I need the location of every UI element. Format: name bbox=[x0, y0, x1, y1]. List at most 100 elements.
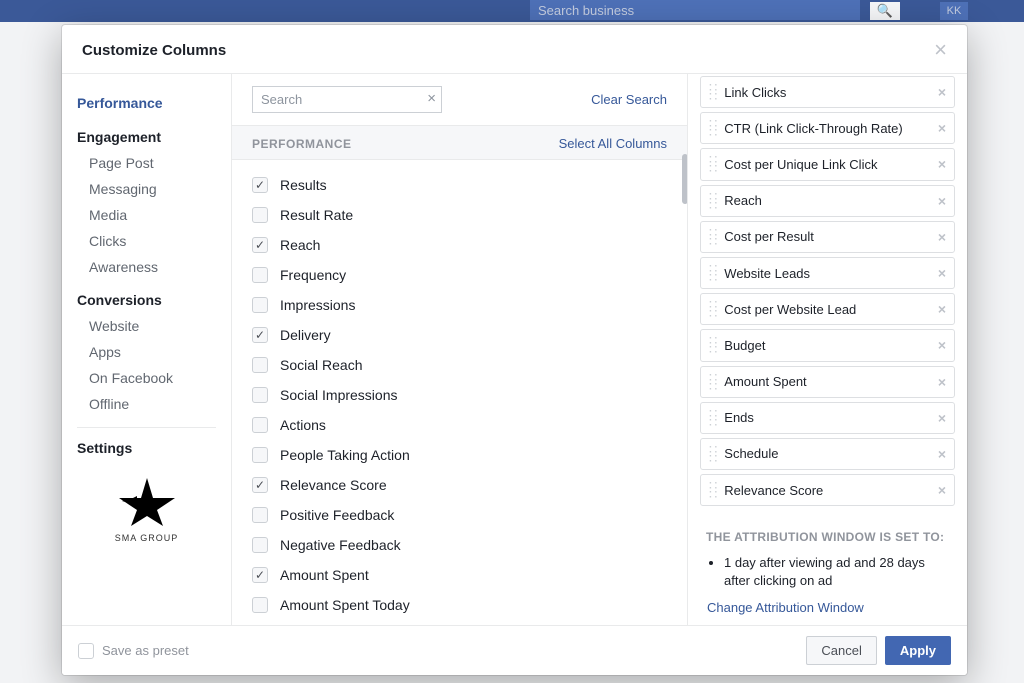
checkbox[interactable] bbox=[252, 507, 268, 523]
checkbox[interactable] bbox=[252, 447, 268, 463]
remove-icon[interactable]: × bbox=[938, 120, 946, 136]
checkbox[interactable] bbox=[252, 177, 268, 193]
sidebar-subitem[interactable]: Offline bbox=[77, 391, 231, 417]
remove-icon[interactable]: × bbox=[938, 410, 946, 426]
drag-handle-icon[interactable]: ∷∷ bbox=[709, 228, 716, 246]
checkbox[interactable] bbox=[252, 477, 268, 493]
modal-footer: Save as preset Cancel Apply bbox=[62, 625, 967, 675]
search-icon[interactable]: 🔍 bbox=[870, 2, 900, 20]
remove-icon[interactable]: × bbox=[938, 446, 946, 462]
selected-column[interactable]: ∷∷ Cost per Result × bbox=[700, 221, 955, 253]
checkbox-row[interactable]: People Taking Action bbox=[252, 440, 667, 470]
drag-handle-icon[interactable]: ∷∷ bbox=[709, 336, 716, 354]
checkbox[interactable] bbox=[252, 267, 268, 283]
checkbox-row[interactable]: Results bbox=[252, 170, 667, 200]
remove-icon[interactable]: × bbox=[938, 265, 946, 281]
remove-icon[interactable]: × bbox=[938, 337, 946, 353]
modal-body: Performance Engagement Page PostMessagin… bbox=[62, 74, 967, 625]
checkbox-row[interactable]: Negative Feedback bbox=[252, 530, 667, 560]
checkbox-row[interactable]: Reach bbox=[252, 230, 667, 260]
remove-icon[interactable]: × bbox=[938, 301, 946, 317]
drag-handle-icon[interactable]: ∷∷ bbox=[709, 264, 716, 282]
selected-label: CTR (Link Click-Through Rate) bbox=[724, 121, 902, 136]
checkbox[interactable] bbox=[252, 567, 268, 583]
checkbox-row[interactable]: Frequency bbox=[252, 260, 667, 290]
drag-handle-icon[interactable]: ∷∷ bbox=[709, 83, 716, 101]
selected-column[interactable]: ∷∷Budget× bbox=[700, 329, 955, 361]
checkbox-row[interactable]: Result Rate bbox=[252, 200, 667, 230]
checkbox-row[interactable]: Impressions bbox=[252, 290, 667, 320]
selected-column[interactable]: ∷∷Cost per Unique Link Click× bbox=[700, 148, 955, 180]
checkbox-row[interactable]: Amount Spent Today bbox=[252, 590, 667, 620]
sidebar-subitem[interactable]: Page Post bbox=[77, 150, 231, 176]
checkbox[interactable] bbox=[252, 387, 268, 403]
sidebar-subitem[interactable]: On Facebook bbox=[77, 365, 231, 391]
select-all-link[interactable]: Select All Columns bbox=[559, 136, 667, 151]
cancel-button[interactable]: Cancel bbox=[806, 636, 876, 665]
checkbox-label: Amount Spent Today bbox=[280, 597, 410, 613]
selected-column[interactable]: ∷∷Ends× bbox=[700, 402, 955, 434]
drag-handle-icon[interactable]: ∷∷ bbox=[709, 445, 716, 463]
checkbox-row[interactable]: Social Reach bbox=[252, 350, 667, 380]
sidebar-subitem[interactable]: Awareness bbox=[77, 254, 231, 280]
save-preset-checkbox[interactable] bbox=[78, 643, 94, 659]
selected-column[interactable]: ∷∷Link Clicks× bbox=[700, 76, 955, 108]
checkbox-row[interactable]: Relevance Score bbox=[252, 470, 667, 500]
attribution-text: 1 day after viewing ad and 28 days after… bbox=[724, 554, 949, 590]
selected-label: Cost per Result bbox=[724, 229, 814, 244]
sidebar-subitem[interactable]: Clicks bbox=[77, 228, 231, 254]
checkbox-label: Result Rate bbox=[280, 207, 353, 223]
save-preset[interactable]: Save as preset bbox=[78, 643, 189, 659]
checkbox[interactable] bbox=[252, 357, 268, 373]
checkbox[interactable] bbox=[252, 297, 268, 313]
sidebar-header-engagement: Engagement bbox=[77, 117, 231, 150]
selected-column[interactable]: ∷∷Cost per Website Lead× bbox=[700, 293, 955, 325]
drag-handle-icon[interactable]: ∷∷ bbox=[709, 300, 716, 318]
drag-handle-icon[interactable]: ∷∷ bbox=[709, 192, 716, 210]
remove-icon[interactable]: × bbox=[938, 482, 946, 498]
sidebar-item-performance[interactable]: Performance bbox=[77, 89, 231, 117]
remove-icon[interactable]: × bbox=[938, 156, 946, 172]
checkbox[interactable] bbox=[252, 207, 268, 223]
close-icon[interactable]: × bbox=[934, 39, 947, 61]
checkbox-row[interactable]: Positive Feedback bbox=[252, 500, 667, 530]
selected-column[interactable]: ∷∷Relevance Score× bbox=[700, 474, 955, 506]
checkbox[interactable] bbox=[252, 417, 268, 433]
selected-column[interactable]: ∷∷ CTR (Link Click-Through Rate) × bbox=[700, 112, 955, 144]
checkbox-row[interactable]: Actions bbox=[252, 410, 667, 440]
checkbox-row[interactable]: Social Impressions bbox=[252, 380, 667, 410]
checkbox-label: Social Reach bbox=[280, 357, 363, 373]
checkbox[interactable] bbox=[252, 537, 268, 553]
search-business-input[interactable] bbox=[530, 0, 860, 20]
sidebar-subitem[interactable]: Website bbox=[77, 313, 231, 339]
checkbox[interactable] bbox=[252, 327, 268, 343]
drag-handle-icon[interactable]: ∷∷ bbox=[709, 155, 716, 173]
drag-handle-icon[interactable]: ∷∷ bbox=[709, 481, 716, 499]
checkbox[interactable] bbox=[252, 597, 268, 613]
drag-handle-icon[interactable]: ∷∷ bbox=[709, 373, 716, 391]
checkbox[interactable] bbox=[252, 237, 268, 253]
remove-icon[interactable]: × bbox=[938, 193, 946, 209]
checkbox-row[interactable]: Delivery bbox=[252, 320, 667, 350]
selected-column[interactable]: ∷∷Reach× bbox=[700, 185, 955, 217]
apply-button[interactable]: Apply bbox=[885, 636, 951, 665]
sidebar-subitem[interactable]: Apps bbox=[77, 339, 231, 365]
drag-handle-icon[interactable]: ∷∷ bbox=[709, 409, 716, 427]
selected-column[interactable]: ∷∷Website Leads× bbox=[700, 257, 955, 289]
remove-icon[interactable]: × bbox=[938, 84, 946, 100]
change-attribution-link[interactable]: Change Attribution Window bbox=[707, 600, 949, 615]
checkbox-label: Impressions bbox=[280, 297, 355, 313]
sidebar-subitem[interactable]: Messaging bbox=[77, 176, 231, 202]
clear-search-icon[interactable]: × bbox=[427, 90, 436, 107]
selected-column[interactable]: ∷∷Schedule× bbox=[700, 438, 955, 470]
search-input[interactable] bbox=[252, 86, 442, 113]
remove-icon[interactable]: × bbox=[938, 374, 946, 390]
sidebar-subitem[interactable]: Media bbox=[77, 202, 231, 228]
checkbox-label: People Taking Action bbox=[280, 447, 410, 463]
selected-column[interactable]: ∷∷Amount Spent× bbox=[700, 366, 955, 398]
clear-search-link[interactable]: Clear Search bbox=[591, 92, 667, 107]
remove-icon[interactable]: × bbox=[938, 229, 946, 245]
user-badge[interactable]: KK bbox=[940, 2, 968, 20]
checkbox-row[interactable]: Amount Spent bbox=[252, 560, 667, 590]
drag-handle-icon[interactable]: ∷∷ bbox=[709, 119, 716, 137]
